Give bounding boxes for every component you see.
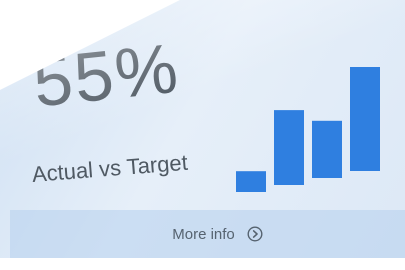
more-info-link[interactable]: More info — [172, 226, 263, 243]
scene: 55% Actual vs Target More info — [0, 0, 405, 270]
chart-bar — [312, 120, 342, 178]
percentage-value: 55% — [29, 28, 184, 122]
widget-footer: More info — [10, 210, 405, 258]
chart-bar — [274, 110, 304, 185]
chart-bar — [350, 67, 380, 171]
chart-bar — [236, 171, 266, 192]
stat-widget: 55% Actual vs Target More info — [0, 0, 405, 258]
more-info-label: More info — [172, 225, 235, 243]
bar-chart-icon — [236, 67, 380, 192]
chevron-circle-right-icon — [247, 226, 263, 242]
widget-subtitle: Actual vs Target — [31, 149, 189, 187]
